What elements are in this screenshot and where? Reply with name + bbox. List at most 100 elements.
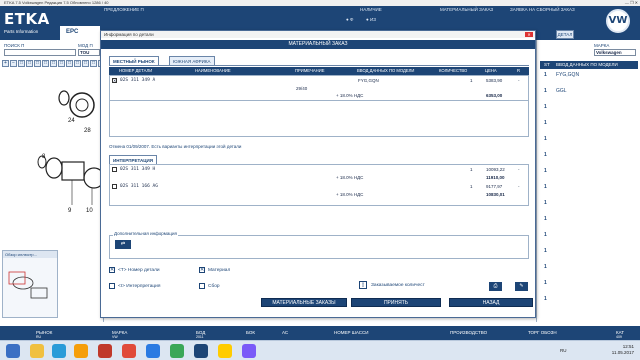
skype-icon[interactable] <box>146 344 160 358</box>
price: 5383,90 <box>486 78 503 83</box>
interp-checkbox-2[interactable] <box>112 184 117 189</box>
interp-part-number[interactable]: 02S 311 349 H <box>120 167 155 172</box>
tab-interpretation[interactable]: ИНТЕРПРЕТАЦИЯ <box>109 155 157 164</box>
interp-part-number[interactable]: 02S 311 166 AG <box>120 184 158 189</box>
radio-iz[interactable]: ● ИЗ <box>366 17 376 22</box>
media-icon[interactable] <box>98 344 112 358</box>
start-icon[interactable] <box>6 344 20 358</box>
row-checkbox[interactable]: ✕ <box>112 78 117 83</box>
interp-r: - <box>518 184 520 189</box>
order-qty-icon[interactable]: ▯ <box>359 281 367 289</box>
col-name: НАИМЕНОВАНИЕ <box>195 68 231 73</box>
order-table-empty-area <box>109 101 529 137</box>
model-input[interactable]: TOU <box>78 49 100 56</box>
folder-icon[interactable] <box>30 344 44 358</box>
tool-icon[interactable]: □ <box>82 60 89 67</box>
explorer-icon[interactable] <box>218 344 232 358</box>
check-part-number[interactable]: ✕ <Т> Номер детали <box>109 267 160 273</box>
interp-total: 10830,01 <box>486 192 505 197</box>
status-production: ПРОИЗВОДСТВО <box>450 330 488 335</box>
right-row-st: 1 <box>544 184 547 190</box>
chrome-icon[interactable] <box>170 344 184 358</box>
check-interpretation-box[interactable] <box>109 283 115 289</box>
check-material[interactable]: ✕ Материал <box>199 267 230 273</box>
interp-checkbox-1[interactable] <box>112 167 117 172</box>
check-interpretation[interactable]: <I> Интерпретация <box>109 283 160 289</box>
transfer-icon[interactable]: ⇄ <box>115 240 131 249</box>
tab-local-market[interactable]: МЕСТНЫЙ РЫНОК <box>109 56 159 65</box>
right-row-model: FYG,GQN <box>556 72 580 78</box>
tool-icon[interactable]: □ <box>74 60 81 67</box>
etka-logo: ETKA <box>4 10 50 28</box>
quantity[interactable]: 1 <box>470 78 473 83</box>
total-price: 6353,00 <box>486 93 503 98</box>
interp-price: 9177,97 <box>486 184 503 189</box>
parts-diagram[interactable]: 24 28 8 9 10 <box>2 70 102 220</box>
col-r: R <box>517 68 521 73</box>
part-number[interactable]: 02S 311 349 A <box>120 78 155 83</box>
app-icon[interactable] <box>74 344 88 358</box>
clock-date: 11.05.2017 <box>611 350 634 355</box>
tool-icon[interactable]: □ <box>90 60 97 67</box>
clock[interactable]: 12:51 11.05.2017 <box>612 344 634 356</box>
right-panel <box>536 40 640 322</box>
check-material-box[interactable]: ✕ <box>199 267 205 273</box>
brand-select[interactable]: Volkswagen <box>594 49 636 56</box>
check-assembly[interactable]: Сбор <box>199 283 220 289</box>
window-title: ETKA 7.5 Volkswagen Редакция 7.5 Обновле… <box>4 0 109 5</box>
right-row-st: 1 <box>544 200 547 206</box>
radio-f-label: Ф <box>349 17 354 22</box>
lang-indicator[interactable]: RU <box>560 348 567 353</box>
status-bar: РЫНОК RU МАРКА VW БОД 2011 БОК АС НОМЕР … <box>0 326 640 340</box>
tab-south-africa[interactable]: ЮЖНАЯ АФРИКА <box>169 56 215 65</box>
taskbar: RU 12:51 11.05.2017 <box>0 340 640 360</box>
status-bod-value: 2011 <box>196 335 204 339</box>
overview-title: Обзор иллюстр... <box>3 251 57 258</box>
zoom-out-icon[interactable]: − <box>10 60 17 67</box>
dialog-header: МАТЕРИАЛЬНЫЙ ЗАКАЗ <box>101 40 535 49</box>
tool-icon[interactable]: □ <box>26 60 33 67</box>
detail-button[interactable]: ДЕТАЛ <box>556 30 574 39</box>
check-assembly-box[interactable] <box>199 283 205 289</box>
etka-icon[interactable] <box>194 344 208 358</box>
check-part-number-box[interactable]: ✕ <box>109 267 115 273</box>
nav-offer[interactable]: ПРЕДЛОЖЕНИЕ П <box>104 7 144 12</box>
fit-icon[interactable]: □ <box>18 60 25 67</box>
nav-availability[interactable]: НАЛИЧИЕ <box>360 7 382 12</box>
interpretation-table: 02S 311 349 H 1 10093,22 - + 18.0% НДС 1… <box>109 164 529 206</box>
print-icon[interactable]: ⎙ <box>489 282 502 291</box>
tool-icon[interactable]: □ <box>58 60 65 67</box>
right-table-header: ST ВВОД ДАННЫХ ПО МОДЕЛИ <box>540 61 638 69</box>
app2-icon[interactable] <box>242 344 256 358</box>
right-row-st: 1 <box>544 280 547 286</box>
right-row-model: GGL <box>556 88 567 94</box>
right-row-st: 1 <box>544 88 547 94</box>
interp-qty: 1 <box>470 184 473 189</box>
tool-icon[interactable]: □ <box>34 60 41 67</box>
col-price: ЦЕНА <box>485 68 497 73</box>
back-button[interactable]: НАЗАД <box>449 298 533 307</box>
overview-panel[interactable]: Обзор иллюстр... <box>2 250 58 318</box>
overview-thumbnail[interactable] <box>3 258 57 316</box>
right-row-st: 1 <box>544 248 547 254</box>
check-assembly-label: Сбор <box>208 283 220 289</box>
radio-f[interactable]: ● Ф <box>346 17 353 22</box>
tab-epc[interactable]: EPC <box>60 26 100 40</box>
nav-material-order[interactable]: МАТЕРИАЛЬНЫЙ ЗАКАЗ <box>440 7 493 12</box>
part-info-dialog: Информация по детали ✕ МАТЕРИАЛЬНЫЙ ЗАКА… <box>100 30 536 318</box>
check-part-number-label: <Т> Номер детали <box>118 267 160 273</box>
ie-icon[interactable] <box>52 344 66 358</box>
close-icon[interactable]: ✕ <box>525 32 533 37</box>
accept-button[interactable]: ПРИНЯТЬ <box>351 298 441 307</box>
tool-icon[interactable]: □ <box>66 60 73 67</box>
ordered-qty-label: Заказываемое количест <box>371 283 425 288</box>
dialog-title: Информация по детали <box>101 31 535 38</box>
material-orders-button[interactable]: МАТЕРИАЛЬНЫЕ ЗАКАЗЫ <box>261 298 347 307</box>
zoom-in-icon[interactable]: + <box>2 60 9 67</box>
opera-icon[interactable] <box>122 344 136 358</box>
edit-icon[interactable]: ✎ <box>515 282 528 291</box>
tool-icon[interactable]: □ <box>42 60 49 67</box>
search-input[interactable] <box>4 49 76 56</box>
tool-icon[interactable]: □ <box>50 60 57 67</box>
nav-collective-order[interactable]: ЗАЯВКА НА СБОРНЫЙ ЗАКАЗ <box>510 7 575 12</box>
